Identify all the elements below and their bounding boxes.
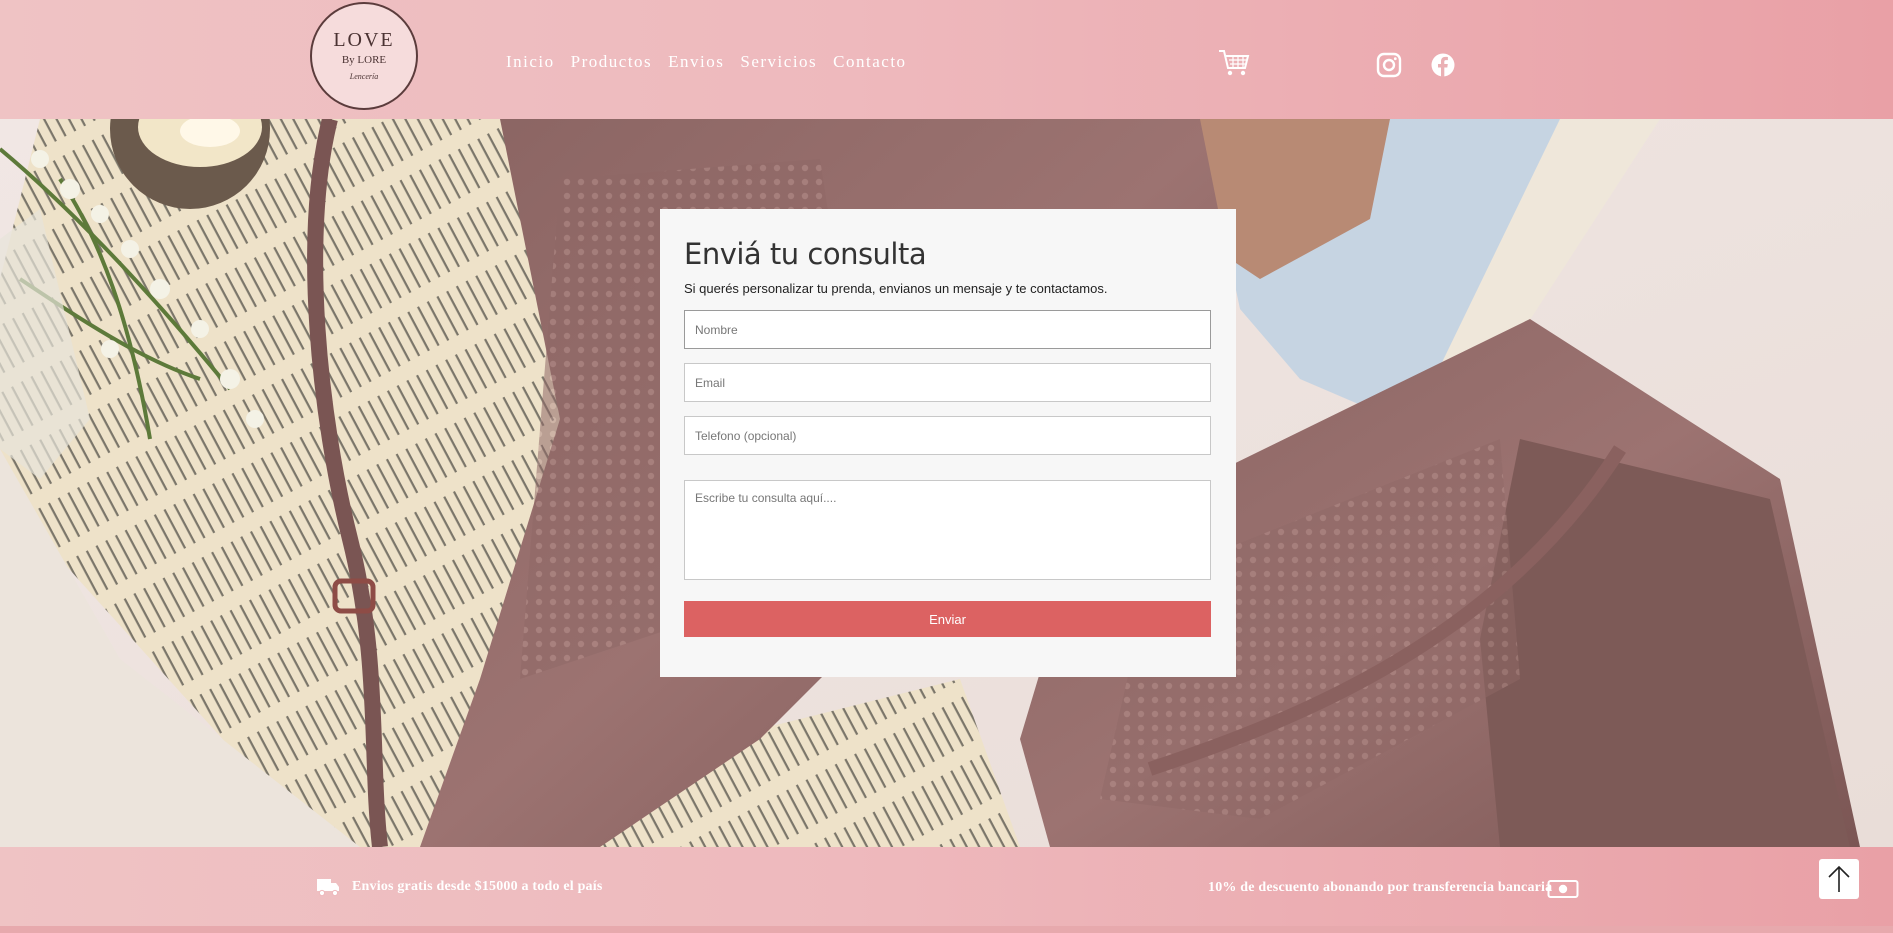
brand-logo[interactable]: LOVE By LORE Lencería bbox=[310, 2, 418, 110]
free-shipping-text: Envios gratis desde $15000 a todo el paí… bbox=[352, 879, 603, 894]
name-input[interactable] bbox=[684, 310, 1211, 349]
cart-icon[interactable] bbox=[1218, 48, 1250, 78]
nav-inicio[interactable]: Inicio bbox=[506, 52, 555, 72]
truck-icon bbox=[317, 879, 339, 897]
scroll-to-top-button[interactable] bbox=[1819, 859, 1859, 899]
phone-input[interactable] bbox=[684, 416, 1211, 455]
form-title: Enviá tu consulta bbox=[684, 237, 927, 271]
logo-line-love: LOVE bbox=[333, 29, 395, 51]
email-input[interactable] bbox=[684, 363, 1211, 402]
site-header: LOVE By LORE Lencería Inicio Productos E… bbox=[0, 0, 1893, 119]
instagram-icon[interactable] bbox=[1376, 52, 1402, 78]
nav-productos[interactable]: Productos bbox=[571, 52, 653, 72]
message-textarea[interactable] bbox=[684, 480, 1211, 580]
arrow-up-icon bbox=[1828, 865, 1850, 892]
logo-line-lenceria: Lencería bbox=[349, 72, 379, 81]
money-bill-icon bbox=[1547, 880, 1579, 898]
site-footer: Envios gratis desde $15000 a todo el paí… bbox=[0, 847, 1893, 933]
nav-envios[interactable]: Envios bbox=[668, 52, 724, 72]
footer-decorative-strip bbox=[0, 926, 1893, 933]
contact-form: Enviá tu consulta Si querés personalizar… bbox=[660, 209, 1236, 677]
form-subtitle: Si querés personalizar tu prenda, envian… bbox=[684, 281, 1108, 296]
submit-button[interactable]: Enviar bbox=[684, 601, 1211, 637]
hero-photo: Enviá tu consulta Si querés personalizar… bbox=[0, 119, 1893, 847]
nav-contacto[interactable]: Contacto bbox=[833, 52, 906, 72]
transfer-discount-text: 10% de descuento abonando por transferen… bbox=[1208, 880, 1553, 895]
logo-line-bylore: By LORE bbox=[341, 54, 387, 66]
main-nav: Inicio Productos Envios Servicios Contac… bbox=[506, 52, 923, 72]
nav-servicios[interactable]: Servicios bbox=[740, 52, 817, 72]
facebook-icon[interactable] bbox=[1430, 52, 1456, 78]
